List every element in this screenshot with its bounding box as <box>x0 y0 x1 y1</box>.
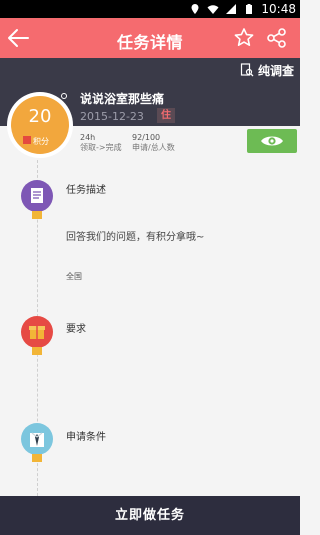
eye-icon <box>261 136 283 146</box>
requirements-ribbon-icon <box>32 347 42 355</box>
task-title: 说说浴室那些痛 <box>80 92 165 106</box>
gift-icon <box>29 326 45 339</box>
description-node <box>21 180 53 212</box>
points-value: 20 <box>28 106 52 127</box>
description-body: 回答我们的问题，有积分拿哦~ <box>66 232 205 243</box>
conditions-title: 申请条件 <box>66 432 106 443</box>
battery-icon <box>246 4 253 14</box>
signal-icon <box>226 4 237 14</box>
points-badge: 20 积分 <box>7 92 73 158</box>
duration-label: 领取->完成 <box>80 143 122 152</box>
conditions-node <box>21 423 53 455</box>
app-bar: 任务详情 <box>0 18 300 58</box>
description-region: 全国 <box>66 272 82 281</box>
description-ribbon-icon <box>32 211 42 219</box>
points-indicator-dot <box>61 93 67 99</box>
points-card-icon <box>23 136 31 144</box>
task-type-label: 纯调查 <box>257 63 294 78</box>
location-icon <box>191 4 199 14</box>
wifi-icon <box>207 5 219 14</box>
applicants-stat: 92/100 申请/总人数 <box>132 133 175 153</box>
conditions-ribbon-icon <box>32 454 42 462</box>
applicants-value: 92/100 <box>132 133 161 142</box>
document-icon <box>31 188 43 203</box>
duration-stat: 24h 领取->完成 <box>80 133 122 153</box>
description-title: 任务描述 <box>66 185 106 196</box>
survey-icon <box>240 63 254 77</box>
preview-button[interactable] <box>247 129 297 153</box>
task-type: 纯调查 <box>240 62 294 78</box>
duration-value: 24h <box>80 133 96 142</box>
status-bar: 10:48 <box>0 0 300 18</box>
status-badge: 住 <box>157 108 175 123</box>
requirements-node <box>21 316 53 348</box>
person-tie-icon <box>30 432 44 447</box>
star-icon[interactable] <box>232 26 256 50</box>
points-unit: 积分 <box>33 137 49 146</box>
task-date: 2015-12-23 <box>80 110 144 123</box>
start-task-button[interactable]: 立即做任务 <box>0 496 300 535</box>
applicants-label: 申请/总人数 <box>132 143 175 152</box>
requirements-title: 要求 <box>66 324 86 335</box>
status-time: 10:48 <box>261 2 296 16</box>
share-icon[interactable] <box>265 26 289 50</box>
